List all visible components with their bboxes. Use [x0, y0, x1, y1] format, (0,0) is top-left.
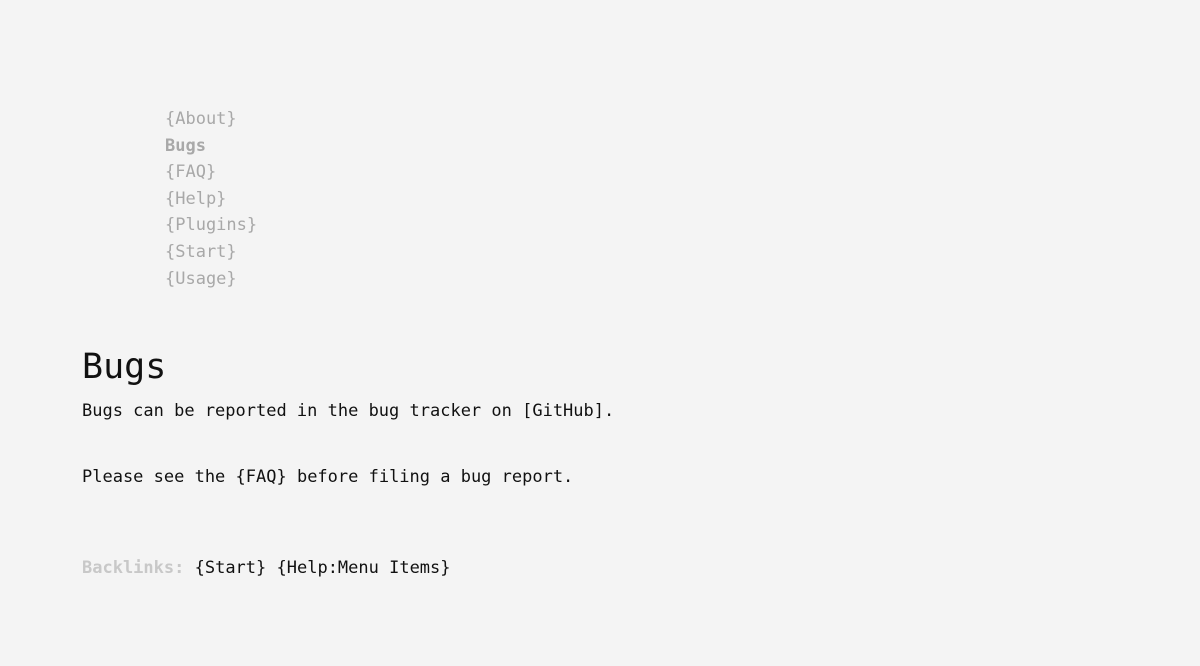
backlink-start[interactable]: {Start}	[195, 558, 267, 578]
nav-item-start[interactable]: {Start}	[165, 239, 257, 266]
paragraph-bug-tracker: Bugs can be reported in the bug tracker …	[82, 399, 1082, 423]
paragraph-1-text-after: .	[604, 401, 615, 421]
nav-item-plugins[interactable]: {Plugins}	[165, 212, 257, 239]
github-link[interactable]: [GitHub]	[522, 401, 604, 421]
nav-item-help[interactable]: {Help}	[165, 186, 257, 213]
backlink-help-menu-items[interactable]: {Help:Menu Items}	[277, 558, 451, 578]
nav-item-usage[interactable]: {Usage}	[165, 266, 257, 293]
nav-item-about[interactable]: {About}	[165, 106, 257, 133]
page-title: Bugs	[82, 347, 167, 387]
nav-item-faq[interactable]: {FAQ}	[165, 159, 257, 186]
paragraph-2-text-before: Please see the	[82, 467, 236, 487]
nav-item-bugs-current: Bugs	[165, 135, 206, 156]
page-nav: {About} Bugs {FAQ} {Help} {Plugins} {Sta…	[165, 106, 257, 292]
paragraph-2-text-after: before filing a bug report.	[286, 467, 574, 487]
faq-link[interactable]: {FAQ}	[236, 467, 287, 487]
backlinks: Backlinks: {Start} {Help:Menu Items}	[82, 556, 1082, 580]
backlinks-label: Backlinks:	[82, 558, 185, 578]
page-content: Bugs Bugs can be reported in the bug tra…	[82, 343, 1082, 580]
paragraph-1-text-before: Bugs can be reported in the bug tracker …	[82, 401, 523, 421]
paragraph-faq-note: Please see the {FAQ} before filing a bug…	[82, 465, 1082, 489]
